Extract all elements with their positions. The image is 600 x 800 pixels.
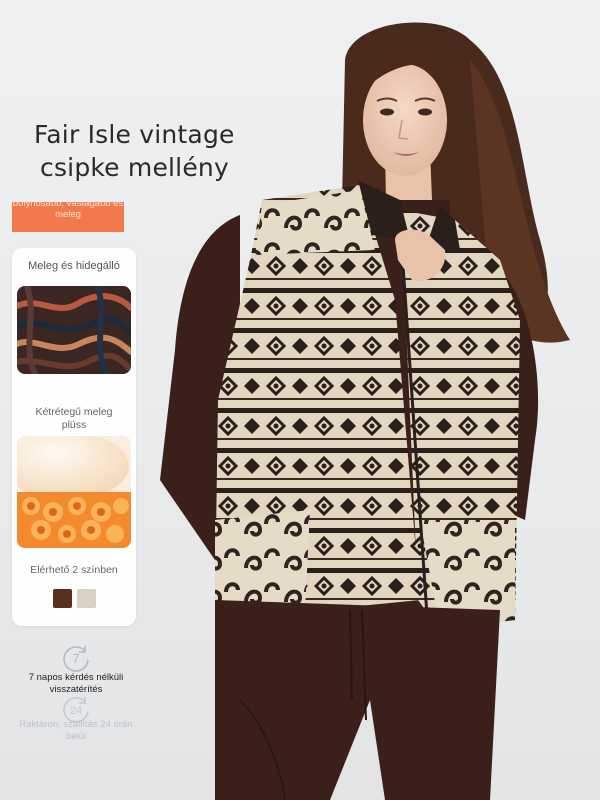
feature-card-title: Meleg és hidegálló	[28, 260, 120, 272]
return-policy-text: 7 napos kérdés nélküli visszatérítés	[28, 672, 124, 695]
feature-2-caption: Elérhető 2 színben	[30, 564, 118, 576]
feature-badge-text: bolyhosabb, vastagabb és meleg	[12, 202, 124, 220]
color-option-brown[interactable]	[53, 589, 72, 608]
delivery-policy-text: Raktáron, szállítás 24 órán belül	[19, 719, 133, 742]
product-headline: Fair Isle vintage csipke mellény	[34, 118, 264, 184]
headline-line-1: Fair Isle vintage	[34, 120, 235, 149]
delivery-hours-number: 24	[70, 705, 82, 717]
return-7-days-icon: 7	[63, 646, 89, 672]
feature-1-caption: Kétrétegű meleg plüss	[35, 406, 113, 431]
return-days-number: 7	[72, 651, 79, 666]
plush-closeup-image	[17, 436, 131, 548]
feature-badge: bolyhosabb, vastagabb és meleg	[12, 202, 124, 232]
feature-card: Meleg és hidegálló Kétrétegű meleg plüss	[12, 248, 136, 626]
color-option-cream[interactable]	[77, 589, 96, 608]
headline-line-2: csipke mellény	[40, 153, 229, 182]
fabric-closeup-image	[17, 286, 131, 374]
